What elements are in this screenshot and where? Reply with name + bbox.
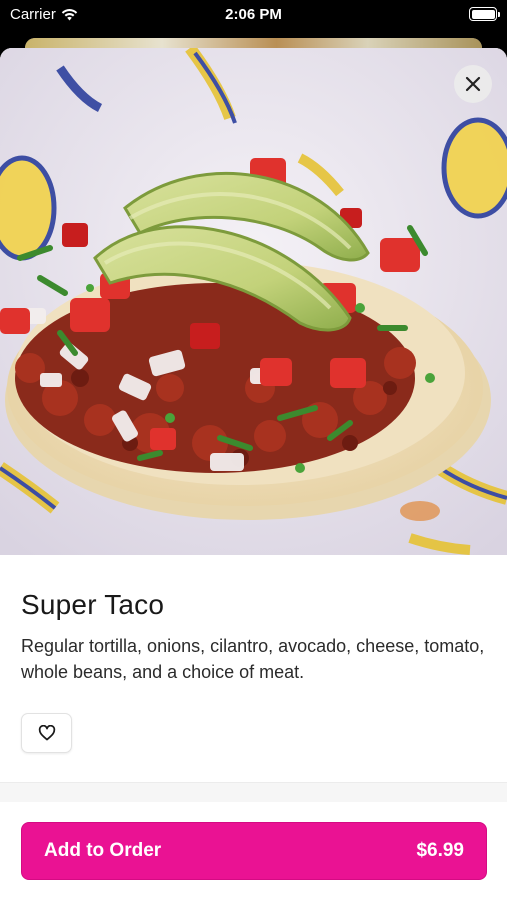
heart-icon (38, 725, 55, 741)
section-divider (0, 782, 507, 802)
item-description: Regular tortilla, onions, cilantro, avoc… (21, 636, 485, 682)
favorite-button[interactable] (21, 713, 72, 753)
item-info: Super Taco Regular tortilla, onions, cil… (0, 589, 507, 753)
status-bar: Carrier 2:06 PM (0, 0, 507, 30)
close-button[interactable] (454, 65, 492, 103)
add-to-order-label: Add to Order (44, 840, 162, 861)
taco-photo (0, 48, 507, 555)
order-price: $6.99 (416, 840, 464, 861)
item-title: Super Taco (21, 589, 165, 620)
add-to-order-button[interactable]: Add to Order $6.99 (21, 822, 487, 880)
order-footer: Add to Order $6.99 (0, 802, 507, 900)
status-time: 2:06 PM (225, 6, 282, 23)
close-icon (465, 76, 481, 92)
taco-illustration (0, 48, 507, 555)
item-detail-sheet: Super Taco Regular tortilla, onions, cil… (0, 48, 507, 900)
battery-icon (469, 7, 500, 21)
